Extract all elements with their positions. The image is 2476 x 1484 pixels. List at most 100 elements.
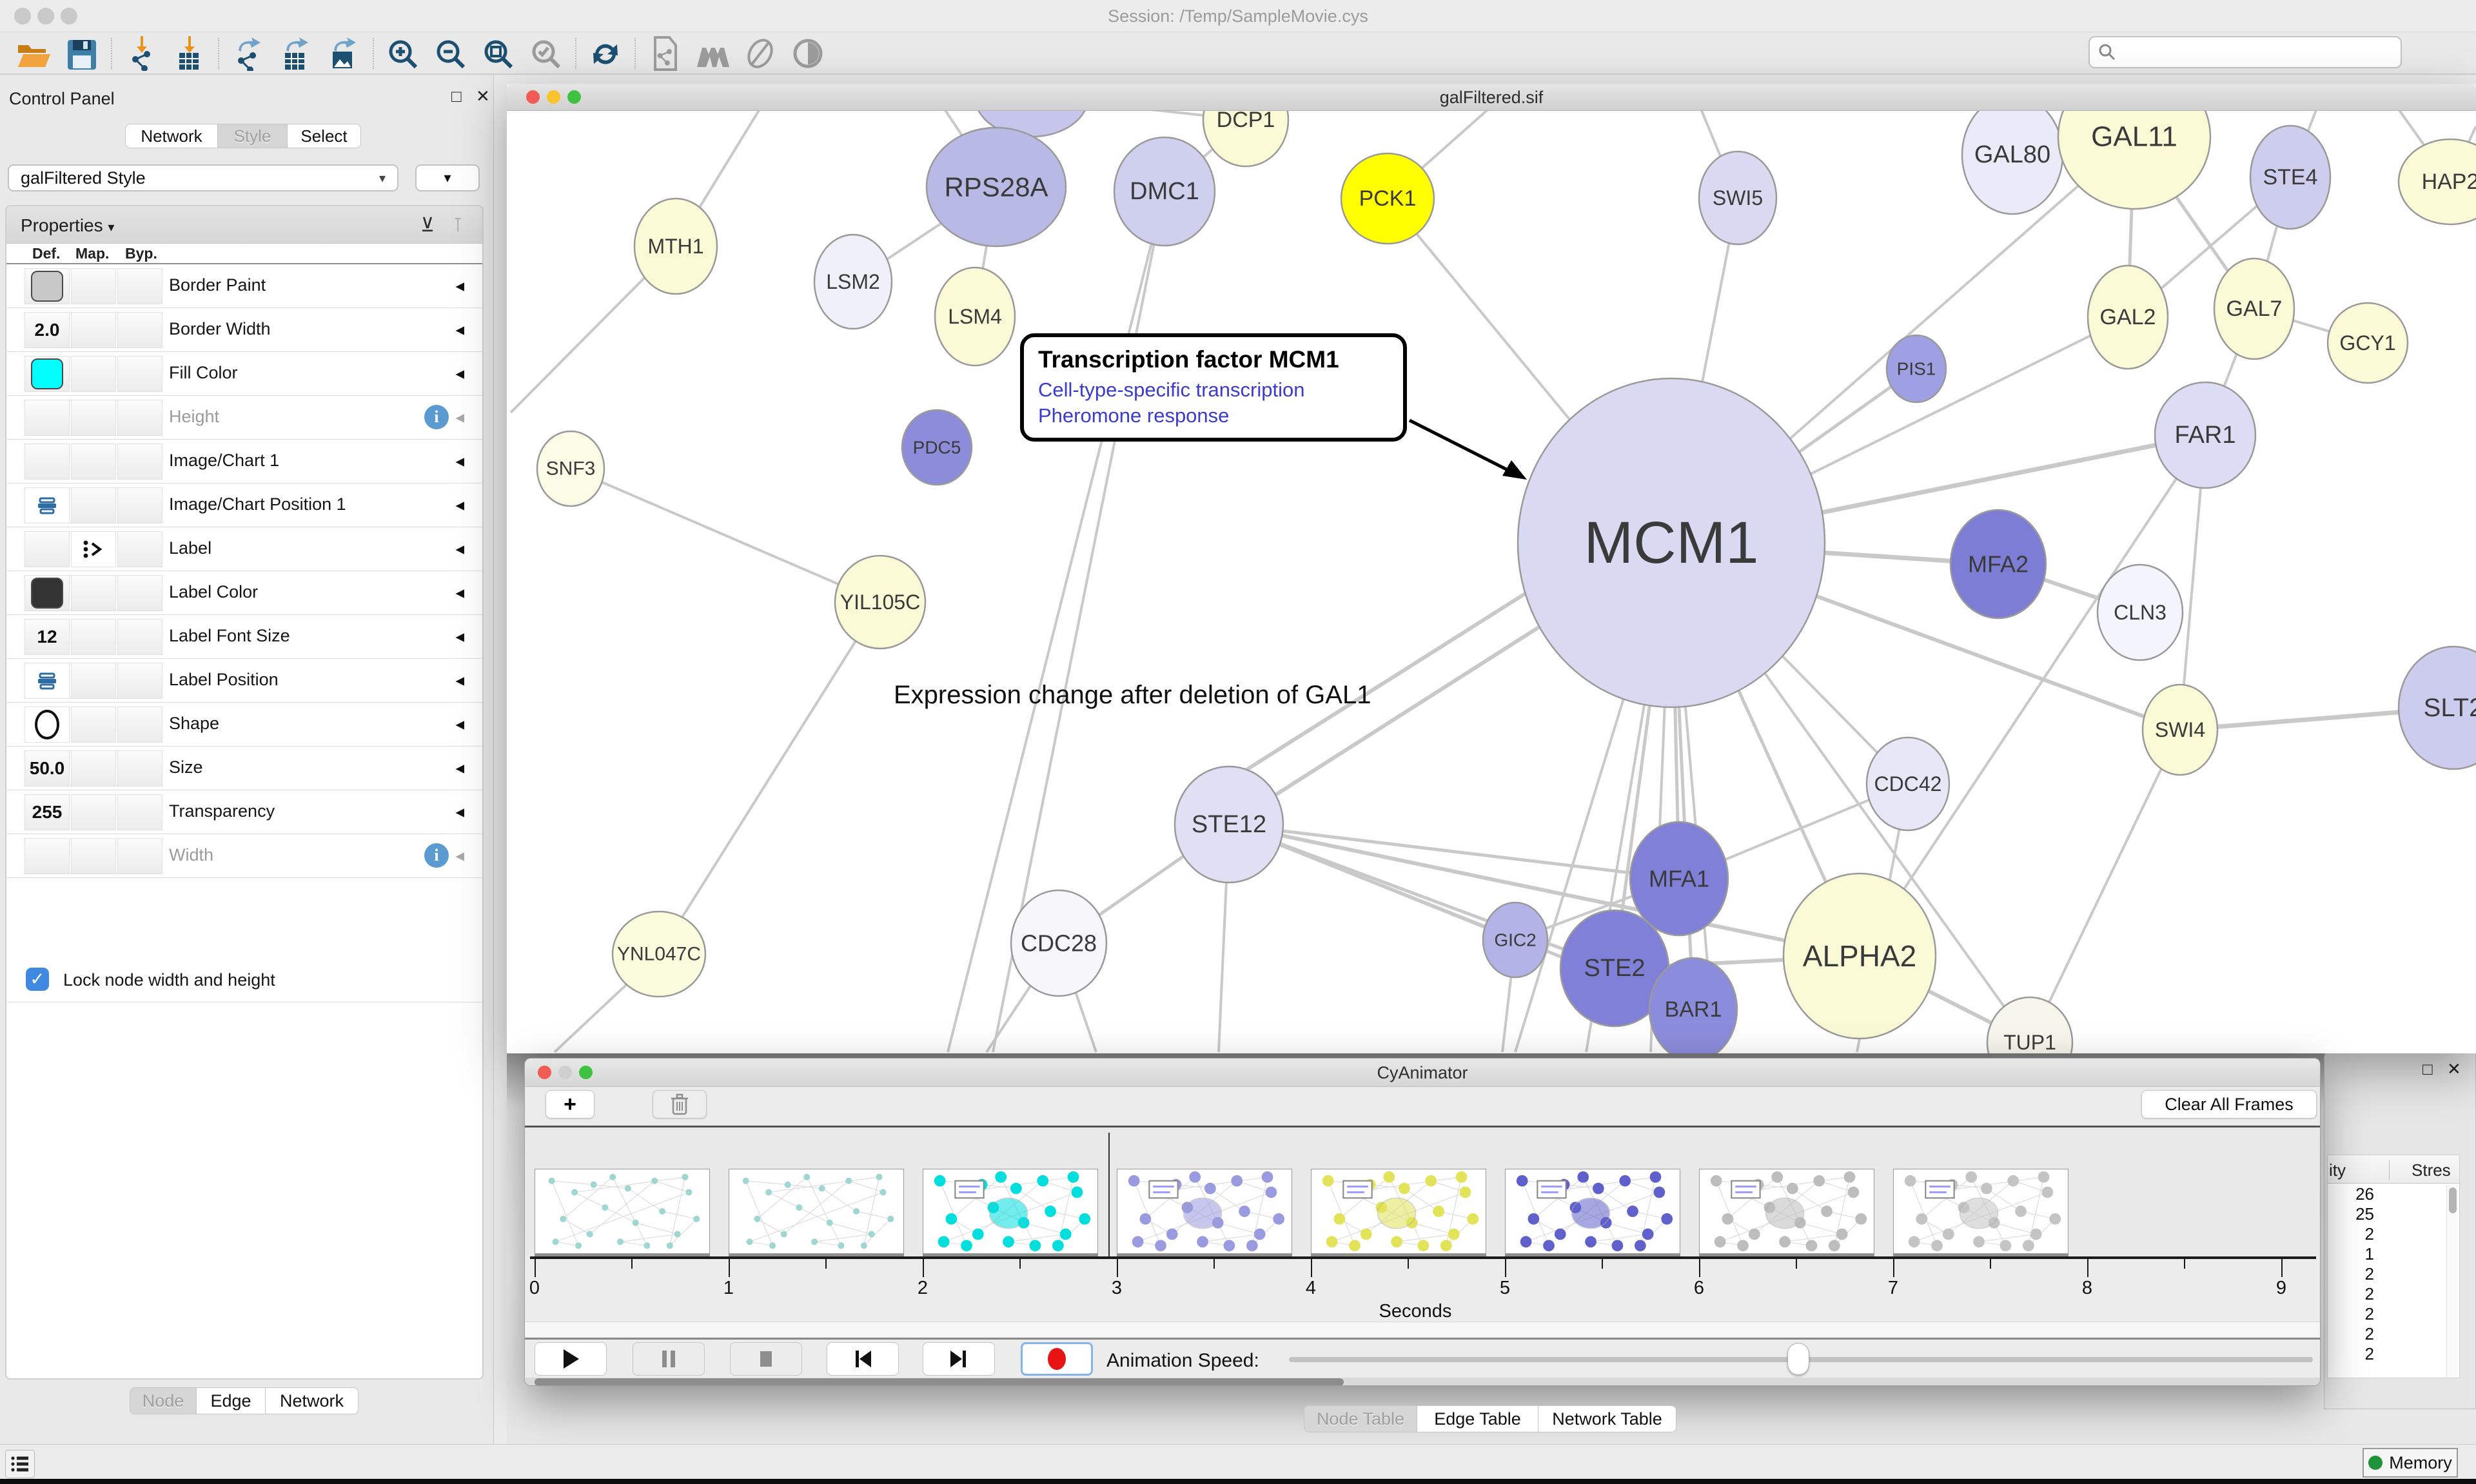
mapping-cell[interactable] bbox=[71, 268, 116, 304]
info-icon[interactable]: i bbox=[424, 405, 449, 429]
default-value-cell[interactable] bbox=[25, 707, 70, 743]
refresh-view-button[interactable] bbox=[582, 35, 629, 73]
bypass-cell[interactable] bbox=[117, 487, 162, 523]
add-frame-button[interactable]: + bbox=[545, 1090, 594, 1118]
app-zoom-icon[interactable] bbox=[61, 8, 77, 24]
node-STE12[interactable]: STE12 bbox=[1175, 766, 1283, 883]
column-header-stress[interactable]: Stres bbox=[2389, 1160, 2451, 1180]
table-row[interactable]: 2 bbox=[2328, 1284, 2459, 1304]
app-minimize-icon[interactable] bbox=[37, 8, 54, 24]
import-network-button[interactable] bbox=[117, 34, 165, 73]
node-PCK1[interactable]: PCK1 bbox=[1341, 153, 1434, 244]
default-value-cell[interactable] bbox=[25, 444, 70, 480]
delete-frame-button[interactable] bbox=[653, 1090, 707, 1118]
zoom-fit-button[interactable] bbox=[475, 35, 522, 73]
node-GAL11[interactable]: GAL11 bbox=[2058, 111, 2210, 209]
mapping-cell[interactable] bbox=[71, 619, 116, 655]
default-value-cell[interactable] bbox=[25, 356, 70, 392]
node-SNF3[interactable]: SNF3 bbox=[537, 431, 604, 506]
float-panel-icon[interactable]: □ bbox=[451, 86, 462, 106]
timeline-scrollbar[interactable] bbox=[525, 1378, 2320, 1386]
bypass-cell[interactable] bbox=[117, 268, 162, 304]
expand-property-icon[interactable]: ◂ bbox=[455, 802, 464, 822]
node-SLT2[interactable]: SLT2 bbox=[2399, 647, 2476, 769]
tab-edge-table[interactable]: Edge Table bbox=[1417, 1405, 1538, 1432]
lock-node-size-checkbox[interactable]: ✓ bbox=[26, 968, 49, 991]
pause-button[interactable] bbox=[633, 1342, 705, 1376]
bypass-cell[interactable] bbox=[117, 444, 162, 480]
frame-thumbnail-2[interactable] bbox=[729, 1169, 904, 1254]
node-HAP2[interactable]: HAP2 bbox=[2399, 139, 2476, 224]
contrast-button[interactable] bbox=[784, 34, 832, 73]
node-BAR1[interactable]: BAR1 bbox=[1649, 958, 1737, 1053]
bypass-cell[interactable] bbox=[117, 531, 162, 567]
node-ALPHA2[interactable]: ALPHA2 bbox=[1783, 874, 1936, 1039]
annotation-link[interactable]: Cell-type-specific transcription bbox=[1038, 378, 1389, 402]
search-field[interactable] bbox=[2088, 36, 2402, 68]
collapse-all-icon[interactable]: ⊺ bbox=[453, 214, 463, 237]
default-value-cell[interactable] bbox=[25, 575, 70, 611]
tab-edge[interactable]: Edge bbox=[197, 1387, 266, 1414]
clone-network-button[interactable] bbox=[641, 34, 689, 73]
node-GAL2[interactable]: GAL2 bbox=[2088, 266, 2168, 369]
network-window-titlebar[interactable]: galFiltered.sif bbox=[507, 84, 2476, 111]
node-PIS1[interactable]: PIS1 bbox=[1887, 335, 1946, 402]
window-zoom-icon[interactable] bbox=[579, 1066, 593, 1079]
expand-property-icon[interactable]: ◂ bbox=[455, 451, 464, 471]
hide-glasses-button[interactable] bbox=[736, 34, 784, 73]
frame-thumbnail-8[interactable] bbox=[1893, 1169, 2068, 1254]
network-edge[interactable] bbox=[571, 469, 880, 602]
default-value-cell[interactable]: 255 bbox=[25, 794, 70, 830]
window-zoom-icon[interactable] bbox=[567, 90, 581, 104]
window-minimize-icon[interactable] bbox=[558, 1066, 572, 1079]
node-STE4[interactable]: STE4 bbox=[2250, 126, 2330, 229]
task-history-button[interactable] bbox=[5, 1450, 35, 1478]
expand-property-icon[interactable]: ◂ bbox=[455, 320, 464, 340]
node-SWI4[interactable]: SWI4 bbox=[2143, 685, 2217, 775]
table-row[interactable]: 1 bbox=[2328, 1244, 2459, 1264]
node-LSM4[interactable]: LSM4 bbox=[935, 268, 1015, 366]
mapping-cell[interactable] bbox=[71, 531, 116, 567]
table-scrollbar[interactable] bbox=[2446, 1185, 2458, 1377]
default-value-cell[interactable]: 2.0 bbox=[25, 312, 70, 348]
table-row[interactable]: 2 bbox=[2328, 1304, 2459, 1324]
frame-thumbnail-1[interactable] bbox=[535, 1169, 710, 1254]
tab-select[interactable]: Select bbox=[288, 124, 361, 148]
expand-property-icon[interactable]: ◂ bbox=[455, 758, 464, 778]
clear-all-frames-button[interactable]: Clear All Frames bbox=[2141, 1090, 2317, 1118]
node-FAR1[interactable]: FAR1 bbox=[2155, 382, 2255, 488]
table-row[interactable]: 2 bbox=[2328, 1324, 2459, 1344]
default-value-cell[interactable] bbox=[25, 487, 70, 523]
bypass-cell[interactable] bbox=[117, 400, 162, 436]
table-row[interactable]: 2 bbox=[2328, 1264, 2459, 1284]
network-edge[interactable] bbox=[659, 602, 880, 954]
node-LSM2[interactable]: LSM2 bbox=[814, 235, 892, 329]
app-close-icon[interactable] bbox=[14, 8, 31, 24]
expression-annotation[interactable]: Expression change after deletion of GAL1 bbox=[894, 681, 1371, 710]
node-MTH1[interactable]: MTH1 bbox=[634, 199, 717, 294]
default-value-cell[interactable] bbox=[25, 400, 70, 436]
node-CDC28[interactable]: CDC28 bbox=[1011, 890, 1106, 996]
bypass-cell[interactable] bbox=[117, 663, 162, 699]
mapping-cell[interactable] bbox=[71, 400, 116, 436]
export-network-button[interactable] bbox=[224, 34, 272, 73]
node-MCM1[interactable]: MCM1 bbox=[1518, 378, 1825, 707]
mapping-cell[interactable] bbox=[71, 794, 116, 830]
window-close-icon[interactable] bbox=[526, 90, 540, 104]
cyanimator-titlebar[interactable]: CyAnimator bbox=[525, 1059, 2320, 1087]
tab-node-table[interactable]: Node Table bbox=[1304, 1405, 1417, 1432]
node-GAL7[interactable]: GAL7 bbox=[2214, 259, 2294, 359]
node-GCY1[interactable]: GCY1 bbox=[2328, 303, 2408, 383]
annotation-link[interactable]: Pheromone response bbox=[1038, 404, 1389, 427]
mapping-cell[interactable] bbox=[71, 312, 116, 348]
float-table-icon[interactable]: □ bbox=[2422, 1059, 2433, 1079]
bypass-cell[interactable] bbox=[117, 575, 162, 611]
expand-property-icon[interactable]: ◂ bbox=[455, 276, 464, 296]
mapping-cell[interactable] bbox=[71, 575, 116, 611]
mcm1-annotation[interactable]: Transcription factor MCM1 Cell-type-spec… bbox=[1020, 333, 1407, 442]
memory-button[interactable]: Memory bbox=[2363, 1448, 2458, 1478]
expand-all-icon[interactable]: ⊻ bbox=[420, 214, 435, 237]
node-MFA2[interactable]: MFA2 bbox=[1950, 510, 2046, 618]
mapping-cell[interactable] bbox=[71, 707, 116, 743]
node-TUP1[interactable]: TUP1 bbox=[1987, 997, 2072, 1053]
